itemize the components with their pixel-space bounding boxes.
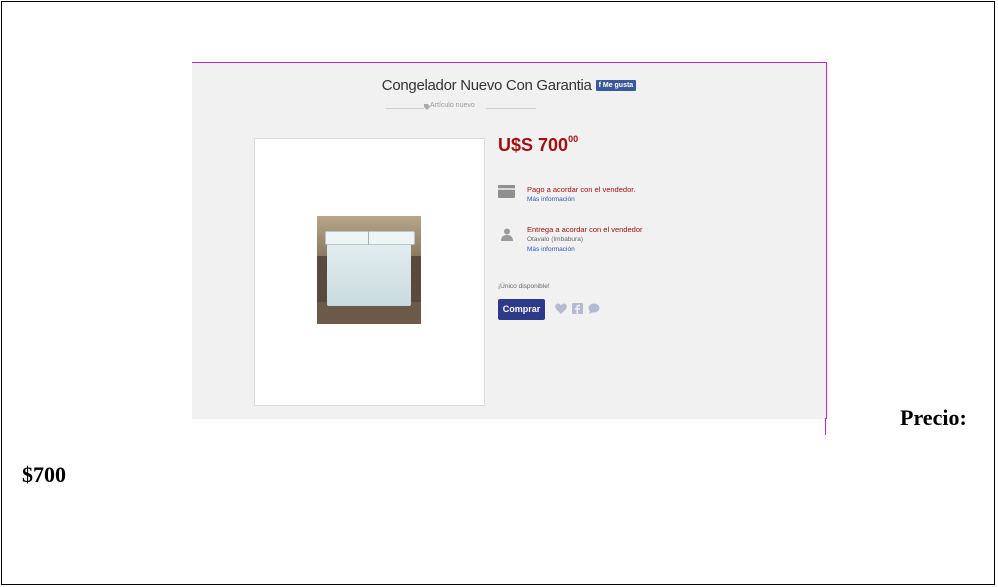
- condition-row: Artículo nuevo: [386, 102, 536, 114]
- credit-card-icon: [498, 185, 515, 198]
- price-cents: 00: [568, 134, 579, 144]
- price-main: U$S 700: [498, 135, 569, 155]
- listing-title: Congelador Nuevo Con Garantia: [381, 77, 592, 94]
- product-price: U$S 70000: [498, 134, 579, 156]
- person-icon: [501, 228, 513, 241]
- price-label: Precio:: [900, 405, 967, 430]
- facebook-like-button[interactable]: f Me gusta: [595, 80, 637, 92]
- delivery-more-info-link[interactable]: Más información: [527, 246, 575, 253]
- listing-screenshot: Congelador Nuevo Con Garantia f Me gusta …: [192, 62, 827, 419]
- payment-more-info-link[interactable]: Más información: [527, 196, 575, 203]
- price-value: $700: [22, 462, 66, 487]
- delivery-location: Otavalo (Imbabura): [527, 236, 583, 243]
- payment-text: Pago a acordar con el vendedor.: [527, 185, 636, 194]
- availability-text: ¡Único disponible!: [498, 283, 550, 290]
- product-image-box[interactable]: [254, 138, 485, 406]
- buy-button[interactable]: Comprar: [498, 299, 545, 320]
- border-line: [825, 418, 826, 435]
- fb-like-label: Me gusta: [602, 82, 634, 90]
- delivery-text: Entrega a acordar con el vendedor: [527, 225, 643, 234]
- comment-icon[interactable]: [588, 303, 600, 314]
- freezer-photo[interactable]: [317, 216, 421, 324]
- facebook-icon: f: [598, 82, 601, 90]
- facebook-icon[interactable]: [572, 303, 583, 314]
- item-condition: Artículo nuevo: [430, 102, 475, 109]
- divider: [486, 108, 536, 109]
- divider: [386, 108, 424, 109]
- heart-icon[interactable]: [555, 303, 567, 314]
- listing-header: Congelador Nuevo Con Garantia f Me gusta: [192, 77, 826, 95]
